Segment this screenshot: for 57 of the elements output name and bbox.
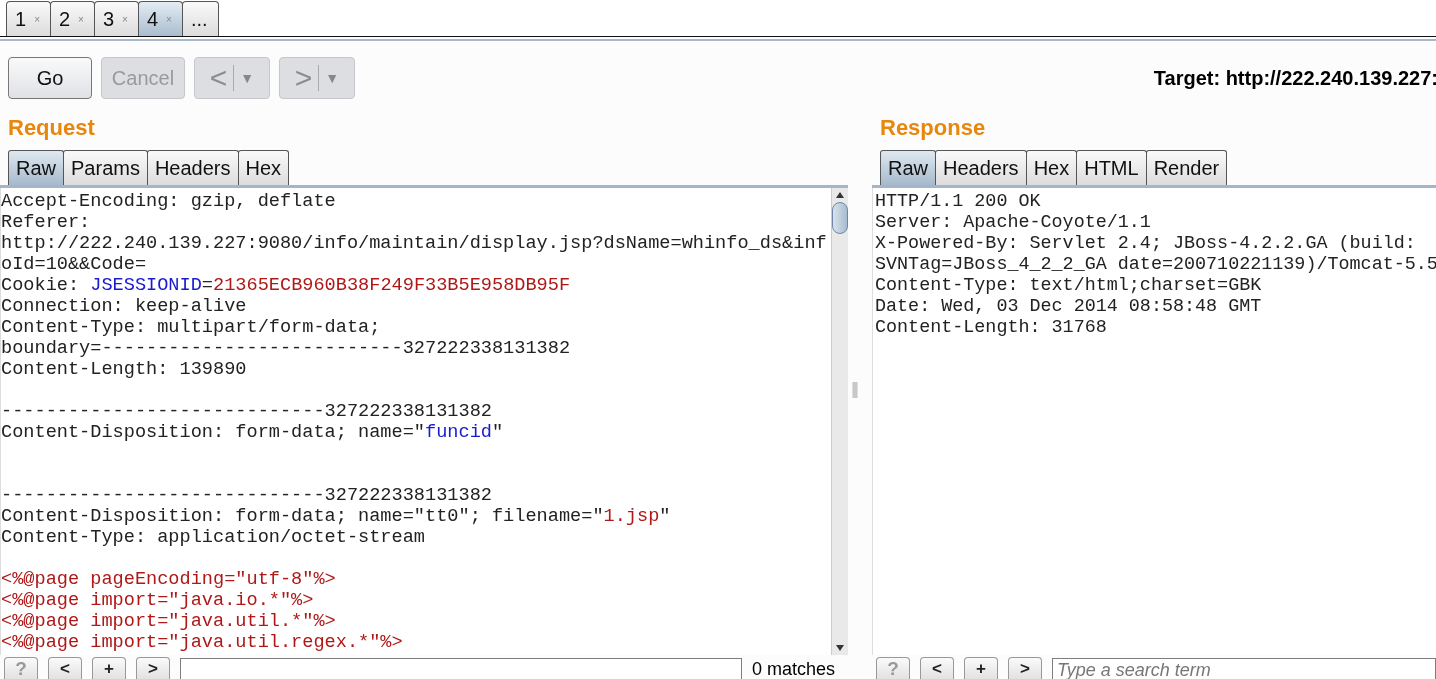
- code-line: Content-Disposition: form-data; name="tt0"; filename="1.jsp": [1, 506, 672, 527]
- code-line: X-Powered-By: Servlet 2.4; JBoss-4.2.2.GA (build:: [875, 233, 1417, 254]
- scroll-thumb[interactable]: [832, 202, 848, 234]
- search-field[interactable]: [180, 658, 742, 679]
- code-line: <%@page import="java.util.regex.*"%>: [1, 632, 404, 653]
- message-editor[interactable]: [0, 188, 848, 655]
- top-tab[interactable]: 4 ×: [137, 1, 183, 36]
- code-line: Content-Length: 139890: [1, 359, 248, 380]
- code-line: -----------------------------327222338131382: [1, 401, 493, 422]
- code-line: Accept-Encoding: gzip, deflate: [1, 191, 337, 212]
- code-line: Content-Disposition: form-data; name="funcid": [1, 422, 505, 443]
- message-editor[interactable]: [872, 188, 1436, 655]
- view-tab[interactable]: Render: [1145, 150, 1228, 185]
- add-button[interactable]: +: [92, 657, 126, 679]
- search-field[interactable]: Type a search term: [1052, 658, 1436, 679]
- view-tab[interactable]: Headers: [935, 150, 1027, 185]
- scroll-down-arrow-icon[interactable]: [835, 644, 845, 652]
- match-count: 0 matches: [752, 659, 836, 679]
- code-line: oId=10&&Code=: [1, 254, 148, 275]
- code-line: <%@page pageEncoding="utf-8"%>: [1, 569, 337, 590]
- splitter-handle[interactable]: [852, 382, 858, 398]
- code-line: HTTP/1.1 200 OK: [875, 191, 1042, 212]
- code-line: <%@page import="java.io.*"%>: [1, 590, 315, 611]
- code-line: Cookie: JSESSIONID=21365ECB960B38F249F33B5E958DB95F: [1, 275, 572, 296]
- code-line: boundary=---------------------------327222338131382: [1, 338, 572, 359]
- scroll-up-arrow-icon[interactable]: [835, 191, 845, 199]
- target-label: Target: http://222.240.139.227:: [1153, 66, 1436, 90]
- top-tab[interactable]: 2 ×: [49, 1, 95, 36]
- code-line: -----------------------------327222338131382: [1, 485, 493, 506]
- code-line: Content-Type: text/html;charset=GBK: [875, 275, 1263, 296]
- top-tab[interactable]: ...: [181, 1, 219, 36]
- previous-button[interactable]: <: [920, 657, 954, 679]
- top-tab[interactable]: 3 ×: [93, 1, 139, 36]
- view-tab[interactable]: Raw: [8, 150, 64, 185]
- view-tab[interactable]: HTML: [1076, 150, 1147, 185]
- code-line: Content-Type: application/octet-stream: [1, 527, 426, 548]
- top-tab[interactable]: 1 ×: [6, 1, 51, 36]
- code-line: Content-Length: 31768: [875, 317, 1108, 338]
- view-tab[interactable]: Params: [63, 150, 148, 185]
- code-line: Content-Type: multipart/form-data;: [1, 317, 382, 338]
- next-button[interactable]: >: [1008, 657, 1042, 679]
- go-button[interactable]: Go: [8, 57, 92, 99]
- view-tab[interactable]: Hex: [237, 150, 290, 185]
- scrollbar[interactable]: [831, 188, 848, 655]
- view-tab[interactable]: Raw: [880, 150, 936, 185]
- code-line: Server: Apache-Coyote/1.1: [875, 212, 1152, 233]
- previous-button[interactable]: <: [48, 657, 82, 679]
- code-line: Connection: keep-alive: [1, 296, 248, 317]
- code-line: SVNTag=JBoss_4_2_2_GA date=200710221139)/Tomcat-5.5: [875, 254, 1436, 275]
- code-line: Date: Wed, 03 Dec 2014 08:58:48 GMT: [875, 296, 1263, 317]
- code-line: <%@page import="java.util.*"%>: [1, 611, 337, 632]
- next-button[interactable]: >: [136, 657, 170, 679]
- view-tab[interactable]: Headers: [146, 150, 239, 185]
- add-button[interactable]: +: [964, 657, 998, 679]
- view-tab[interactable]: Hex: [1025, 150, 1078, 185]
- code-line: Referer:: [1, 212, 92, 233]
- code-line: http://222.240.139.227:9080/info/maintain/display.jsp?dsName=whinfo_ds&inf: [1, 233, 828, 254]
